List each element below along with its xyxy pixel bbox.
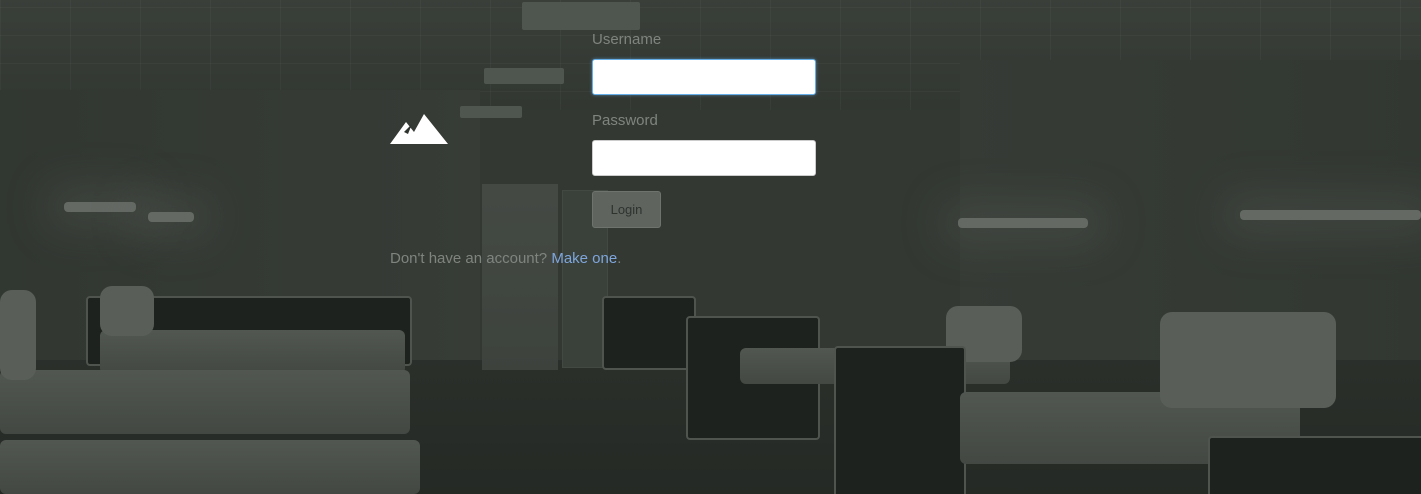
username-input[interactable] — [592, 59, 816, 95]
mountain-logo-icon — [390, 112, 448, 146]
signup-prompt-text: Don't have an account? — [390, 250, 548, 267]
password-label: Password — [592, 112, 658, 129]
signup-prompt: Don't have an account? Make one. — [390, 250, 621, 267]
signup-trailing-text: . — [617, 250, 622, 267]
login-page: Username Password Login Don't have an ac… — [0, 0, 1421, 494]
signup-link[interactable]: Make one — [551, 250, 617, 267]
login-button[interactable]: Login — [592, 191, 661, 228]
username-label: Username — [592, 31, 662, 48]
password-input[interactable] — [592, 140, 816, 176]
